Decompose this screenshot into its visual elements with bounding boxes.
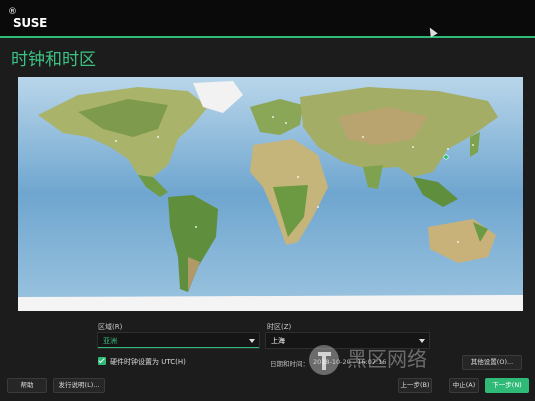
region-label: 区域(R) [98,323,123,331]
release-notes-button[interactable]: 发行说明(L)... [53,378,105,393]
datetime-value: 2018-10-20 - 16:07:16 [313,358,387,366]
abort-button[interactable]: 中止(A) [449,378,479,393]
other-settings-button[interactable]: 其他设置(O)... [462,355,522,370]
focus-underline [98,347,259,348]
next-button[interactable]: 下一步(N) [485,378,529,393]
datetime-label: 日期和时间： [270,360,309,368]
top-bar: ® SUSE [0,0,535,36]
page-title: 时钟和时区 [11,50,96,70]
utc-checkbox-label[interactable]: 硬件时钟设置为 UTC(H) [110,357,186,367]
suse-logo: ® SUSE [8,7,48,31]
world-map[interactable] [18,77,523,311]
chevron-down-icon [249,339,255,343]
chevron-down-icon [419,339,425,343]
timezone-value: 上海 [271,337,285,345]
header-divider [0,36,535,38]
utc-checkbox[interactable] [98,357,106,365]
logo-text: SUSE [13,16,48,30]
timezone-label: 时区(Z) [267,323,292,331]
help-button[interactable]: 帮助 [7,378,47,393]
region-dropdown[interactable]: 亚洲 [97,332,260,349]
region-value: 亚洲 [103,337,117,345]
timezone-dropdown[interactable]: 上海 [265,332,430,349]
back-button[interactable]: 上一步(B) [398,378,432,393]
